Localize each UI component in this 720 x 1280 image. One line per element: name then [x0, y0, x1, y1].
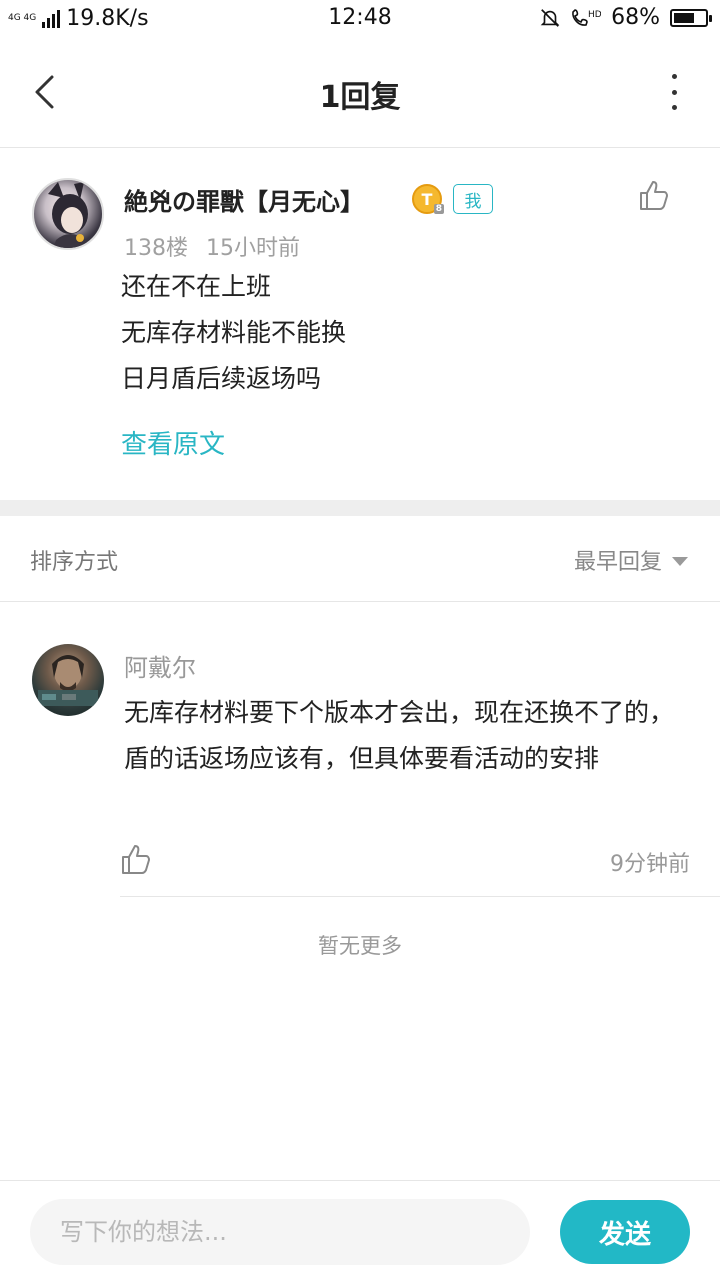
more-button[interactable] [664, 74, 684, 110]
level-badge: T 8 [412, 184, 444, 214]
post-time: 15小时前 [206, 236, 300, 261]
level-badge-number: 8 [433, 204, 444, 214]
post-line: 无库存材料能不能换 [121, 318, 347, 347]
sort-label: 排序方式 [30, 550, 119, 575]
reply-author-name[interactable]: 阿戴尔 [124, 648, 196, 683]
battery-level [674, 12, 695, 23]
bell-muted-icon [540, 8, 560, 27]
level-badge-letter: T [421, 189, 433, 209]
no-more-label: 暂无更多 [318, 934, 402, 958]
battery-percent: 68% [611, 5, 660, 30]
post-meta: 138楼 15小时前 [124, 230, 300, 262]
avatar-image [38, 655, 98, 706]
sort-dropdown[interactable]: 最早回复 [574, 544, 688, 576]
reply-item: 阿戴尔 无库存材料要下个版本才会出，现在还换不了的，盾的话返场应该有，但具体要看… [0, 602, 720, 898]
more-vertical-icon [671, 74, 677, 79]
comment-input[interactable] [30, 1199, 530, 1265]
thumbs-up-icon [122, 845, 150, 874]
avatar[interactable] [32, 644, 104, 716]
post-line: 还在不在上班 [121, 272, 272, 301]
reply-content: 无库存材料要下个版本才会出，现在还换不了的，盾的话返场应该有，但具体要看活动的安… [124, 698, 675, 773]
post-line: 日月盾后续返场吗 [121, 364, 322, 393]
author-name[interactable]: 絶兇の罪獸【月无心】 [124, 182, 364, 217]
header: 1回复 [0, 38, 720, 148]
avatar[interactable] [32, 178, 104, 250]
view-original-link[interactable]: 查看原文 [121, 424, 225, 461]
original-post: 絶兇の罪獸【月无心】 T 8 我 138楼 15小时前 还在不在上班 无库存材料能… [0, 148, 720, 500]
page-title: 1回复 [319, 80, 401, 115]
reply-time: 9分钟前 [610, 852, 690, 877]
status-right: HD 68% [539, 5, 712, 30]
hd-call-icon: HD [572, 8, 601, 26]
send-button[interactable]: 发送 [560, 1200, 690, 1264]
avatar-image [48, 182, 89, 248]
reply-divider [120, 896, 720, 897]
sort-selected: 最早回复 [573, 550, 662, 575]
floor-number: 138楼 [124, 236, 188, 261]
sort-row: 排序方式 最早回复 [0, 516, 720, 602]
like-button[interactable] [638, 178, 670, 212]
reply-like-button[interactable] [120, 842, 152, 876]
thumbs-up-icon [640, 181, 668, 210]
caret-down-icon [672, 556, 688, 566]
post-content: 还在不在上班 无库存材料能不能换 日月盾后续返场吗 [121, 264, 346, 402]
status-bar: 4G 4G 19.8K/s 12:48 HD 68% [0, 0, 720, 38]
section-divider [0, 500, 720, 516]
battery-icon [670, 8, 712, 27]
comment-bar: 发送 [0, 1180, 720, 1280]
hd-label: HD [588, 10, 601, 20]
me-badge: 我 [453, 184, 493, 214]
